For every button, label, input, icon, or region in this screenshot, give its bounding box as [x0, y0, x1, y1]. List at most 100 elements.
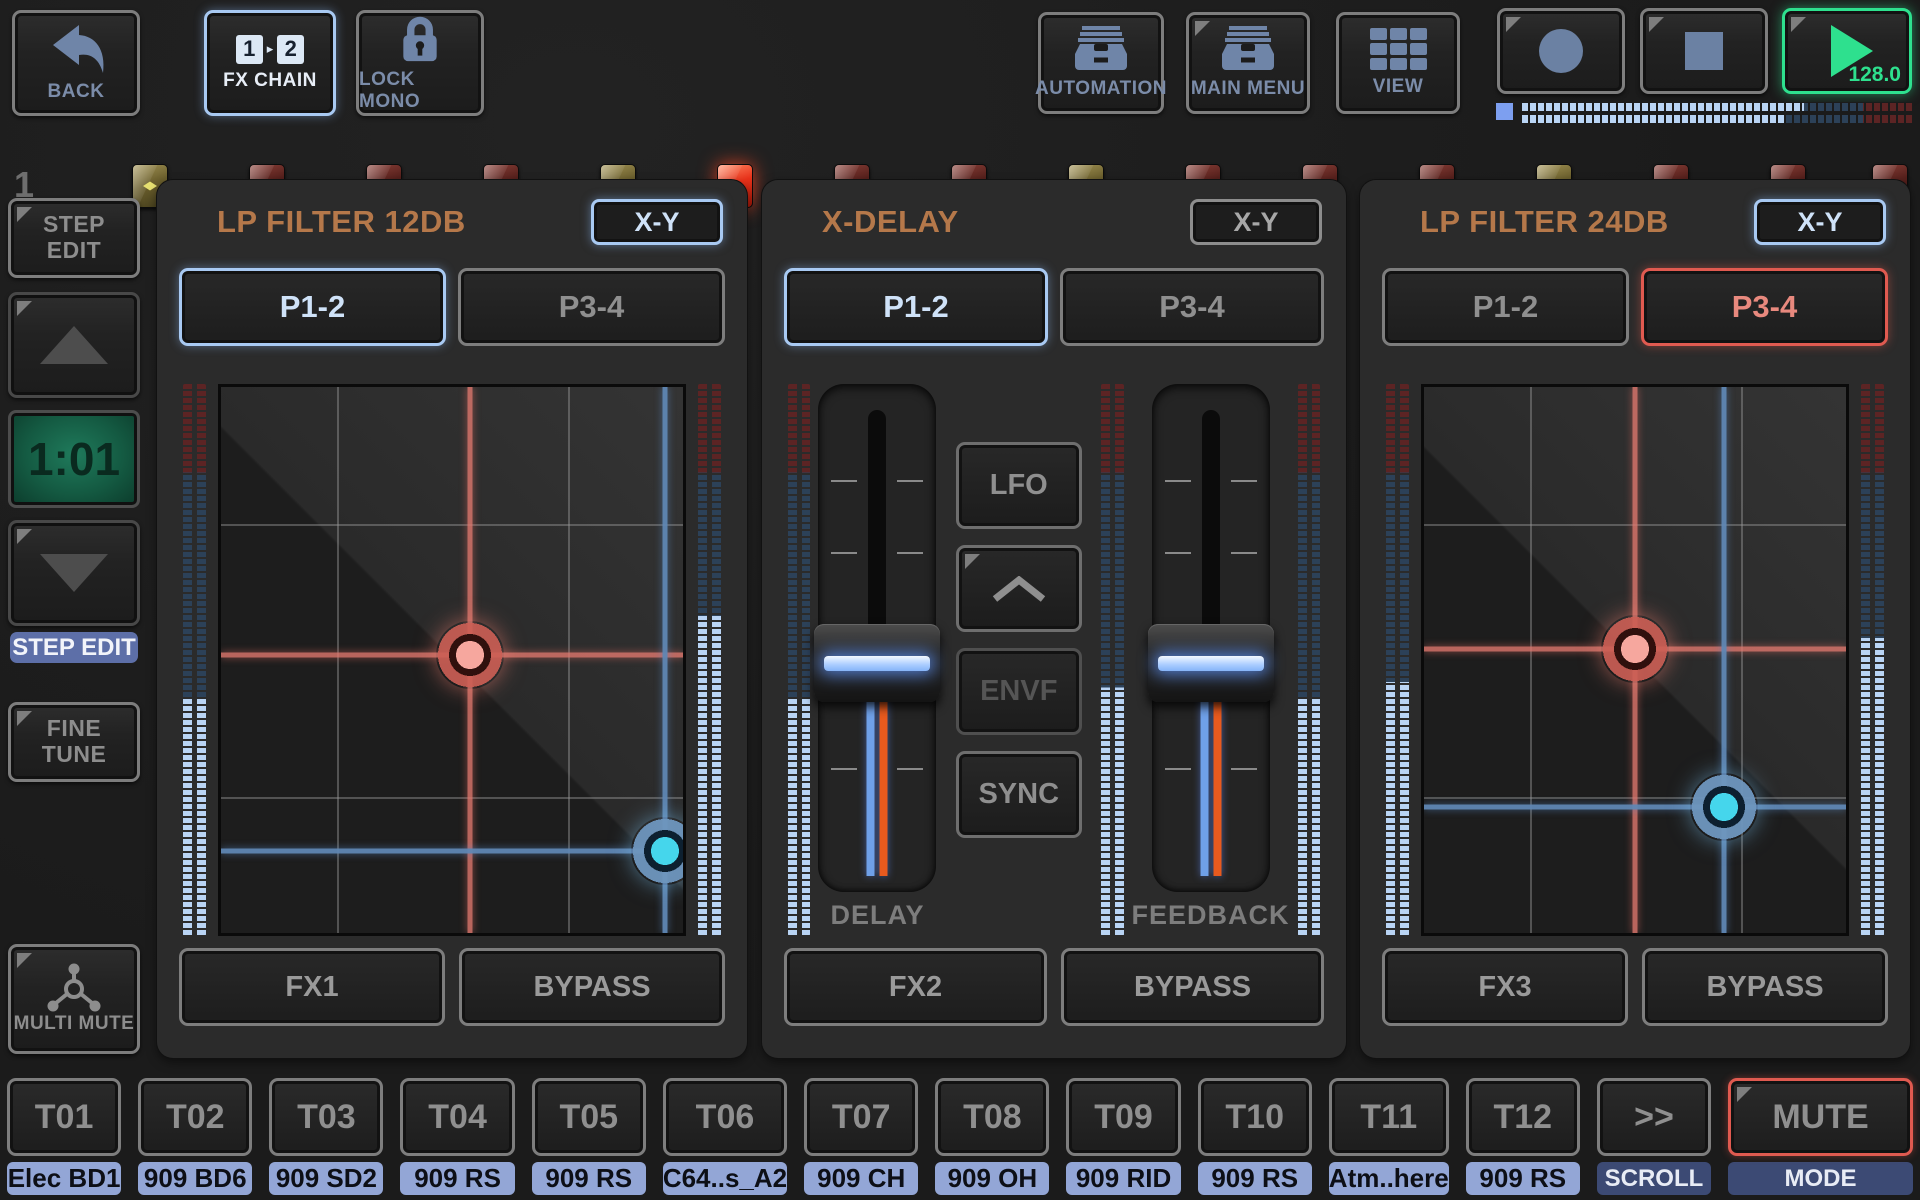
fx-chain-label: FX CHAIN: [223, 70, 317, 92]
track-05-name: 909 RS: [532, 1162, 646, 1195]
track-10-name: 909 RS: [1198, 1162, 1312, 1195]
fx3-cursor-red[interactable]: [1601, 615, 1669, 683]
feedback-slider-column: FEEDBACK: [1132, 384, 1290, 936]
mute-button[interactable]: MUTE: [1728, 1078, 1913, 1156]
multi-mute-label: MULTI MUTE: [14, 1013, 135, 1034]
track-12-button[interactable]: T12: [1466, 1078, 1580, 1156]
track-cell-12: T12 909 RS: [1466, 1078, 1580, 1195]
feedback-label: FEEDBACK: [1132, 900, 1290, 936]
track-cell-5: T05 909 RS: [532, 1078, 646, 1195]
delay-slider-handle[interactable]: [814, 624, 940, 702]
track-cell-7: T07 909 CH: [804, 1078, 918, 1195]
step-edit-mode-button[interactable]: STEP EDIT: [8, 198, 140, 278]
track-03-button[interactable]: T03: [269, 1078, 383, 1156]
fx2-select-button[interactable]: FX2: [784, 948, 1047, 1026]
lfo-shape-button[interactable]: [956, 545, 1082, 632]
pattern-down-button[interactable]: [8, 520, 140, 626]
back-button[interactable]: BACK: [12, 10, 140, 116]
track-scroll-cell: >> SCROLL: [1597, 1078, 1711, 1195]
sync-button[interactable]: SYNC: [956, 751, 1082, 838]
track-04-button[interactable]: T04: [400, 1078, 514, 1156]
fx2-p12-button[interactable]: P1-2: [784, 268, 1048, 346]
track-bar: T01 Elec BD1 T02 909 BD6 T03 909 SD2 T04…: [0, 1078, 1920, 1195]
fx1-p34-button[interactable]: P3-4: [458, 268, 725, 346]
track-cell-6: T06 C64..s_A2: [663, 1078, 787, 1195]
fx3-xy-button[interactable]: X-Y: [1754, 199, 1886, 245]
lfo-button[interactable]: LFO: [956, 442, 1082, 529]
fx1-bypass-button[interactable]: BYPASS: [459, 948, 725, 1026]
fx3-select-button[interactable]: FX3: [1382, 948, 1628, 1026]
fx1-xy-pad[interactable]: [218, 384, 686, 936]
main-menu-drawer-icon: [1219, 26, 1277, 72]
automation-button[interactable]: AUTOMATION: [1038, 12, 1164, 114]
fx3-bypass-button[interactable]: BYPASS: [1642, 948, 1888, 1026]
stop-icon: [1685, 32, 1723, 70]
fx2-meter-1: [788, 384, 810, 936]
track-cell-10: T10 909 RS: [1198, 1078, 1312, 1195]
fx1-p12-button[interactable]: P1-2: [179, 268, 446, 346]
lock-mono-label: LOCK MONO: [359, 69, 481, 113]
track-11-button[interactable]: T11: [1329, 1078, 1449, 1156]
track-12-name: 909 RS: [1466, 1162, 1580, 1195]
track-scroll-button[interactable]: >>: [1597, 1078, 1711, 1156]
fx3-cursor-blue[interactable]: [1690, 773, 1758, 841]
record-button[interactable]: [1497, 8, 1625, 94]
fx1-cursor-blue[interactable]: [631, 817, 686, 885]
fx3-title: LP FILTER 24DB: [1420, 204, 1669, 240]
feedback-slider-handle[interactable]: [1148, 624, 1274, 702]
track-06-button[interactable]: T06: [663, 1078, 787, 1156]
mode-label: MODE: [1728, 1162, 1913, 1195]
transport-meter-row-2: [1522, 114, 1914, 124]
track-07-button[interactable]: T07: [804, 1078, 918, 1156]
track-05-button[interactable]: T05: [532, 1078, 646, 1156]
fx3-p12-button[interactable]: P1-2: [1382, 268, 1629, 346]
fx2-p34-button[interactable]: P3-4: [1060, 268, 1324, 346]
delay-slider[interactable]: [818, 384, 936, 892]
fx1-cursor-red[interactable]: [436, 621, 504, 689]
fx2-xy-button[interactable]: X-Y: [1190, 199, 1322, 245]
stop-button[interactable]: [1640, 8, 1768, 94]
view-button[interactable]: VIEW: [1336, 12, 1460, 114]
track-10-button[interactable]: T10: [1198, 1078, 1312, 1156]
chevron-up-icon: [991, 576, 1047, 602]
fine-tune-button[interactable]: FINE TUNE: [8, 702, 140, 782]
transport-meter-marker: [1496, 103, 1513, 120]
track-08-button[interactable]: T08: [935, 1078, 1049, 1156]
down-arrow-icon: [40, 554, 108, 592]
track-cell-2: T02 909 BD6: [138, 1078, 252, 1195]
bpm-value: 128.0: [1848, 63, 1901, 87]
fx3-p34-button[interactable]: P3-4: [1641, 268, 1888, 346]
feedback-slider[interactable]: [1152, 384, 1270, 892]
mute-cell: MUTE MODE: [1728, 1078, 1913, 1195]
fx2-title: X-DELAY: [822, 204, 959, 240]
fx2-meter-2: [1101, 384, 1123, 936]
main-menu-label: MAIN MENU: [1191, 78, 1305, 100]
fx-chain-button[interactable]: 1 ▸ 2 FX CHAIN: [204, 10, 336, 116]
play-button[interactable]: 128.0: [1782, 8, 1912, 94]
track-11-name: Atm..here: [1329, 1162, 1449, 1195]
track-02-name: 909 BD6: [138, 1162, 252, 1195]
fx-panel-2: X-DELAY X-Y P1-2 P3-4 DELAY LFO ENVF SYN…: [762, 180, 1346, 1058]
track-03-name: 909 SD2: [269, 1162, 383, 1195]
track-01-button[interactable]: T01: [7, 1078, 121, 1156]
step-edit-mode-label: STEP EDIT: [43, 212, 105, 264]
pattern-up-button[interactable]: [8, 292, 140, 398]
up-arrow-icon: [40, 326, 108, 364]
envf-button[interactable]: ENVF: [956, 648, 1082, 735]
lock-mono-button[interactable]: LOCK MONO: [356, 10, 484, 116]
record-icon: [1539, 29, 1583, 73]
fx3-left-meter: [1386, 384, 1409, 936]
fx3-xy-pad[interactable]: [1421, 384, 1849, 936]
track-09-button[interactable]: T09: [1066, 1078, 1180, 1156]
fx1-left-meter: [183, 384, 206, 936]
fx2-meter-3: [1298, 384, 1320, 936]
track-cell-8: T08 909 OH: [935, 1078, 1049, 1195]
fine-tune-label: FINE TUNE: [42, 716, 107, 768]
main-menu-button[interactable]: MAIN MENU: [1186, 12, 1310, 114]
fx1-select-button[interactable]: FX1: [179, 948, 445, 1026]
multi-mute-button[interactable]: MULTI MUTE: [8, 944, 140, 1054]
track-02-button[interactable]: T02: [138, 1078, 252, 1156]
fx2-bypass-button[interactable]: BYPASS: [1061, 948, 1324, 1026]
track-cell-11: T11 Atm..here: [1329, 1078, 1449, 1195]
fx1-xy-button[interactable]: X-Y: [591, 199, 723, 245]
